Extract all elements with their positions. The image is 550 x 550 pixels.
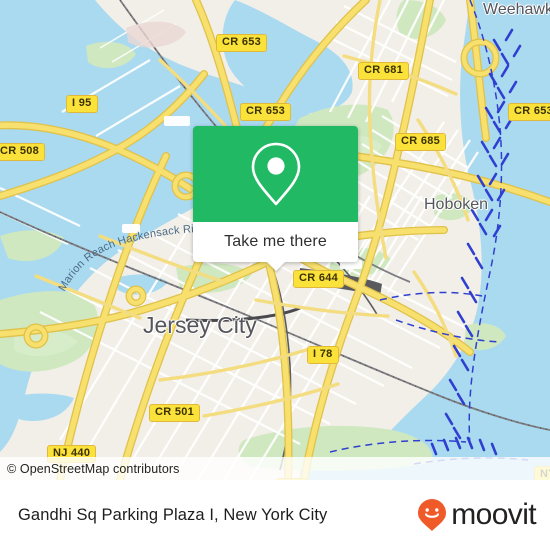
take-me-there-label[interactable]: Take me there: [224, 233, 327, 251]
footer-bar: Gandhi Sq Parking Plaza I, New York City…: [0, 480, 550, 550]
popup-pointer-tail: [266, 262, 285, 271]
map-popup-card[interactable]: Take me there: [193, 126, 358, 271]
moovit-wordmark: moovit: [451, 498, 536, 531]
road-shield-i78-center: I 78: [307, 346, 339, 364]
road-shield-cr508: CR 508: [0, 143, 46, 161]
map-attribution-bar: © OpenStreetMap contributors: [0, 457, 550, 480]
moovit-pin-smile-icon: [418, 499, 447, 531]
place-label-jersey-city: Jersey City: [143, 312, 257, 338]
road-shield-cr644: CR 644: [293, 270, 345, 288]
road-shield-cr681: CR 681: [358, 62, 410, 80]
moovit-logo[interactable]: moovit: [417, 498, 537, 532]
popup-action-area[interactable]: Take me there: [193, 222, 358, 271]
popup-icon-area: [193, 126, 358, 222]
road-shield-cr653-center: CR 653: [240, 103, 292, 121]
venue-title: Gandhi Sq Parking Plaza I, New York City: [18, 505, 328, 524]
road-shield-i95: I 95: [66, 95, 98, 113]
map-pin-icon: [251, 142, 300, 206]
road-shield-cr501: CR 501: [149, 404, 201, 422]
road-shield-cr653-east: CR 653: [508, 103, 550, 121]
place-label-weehawken: Weehawken: [483, 1, 550, 18]
place-label-hoboken: Hoboken: [424, 196, 489, 213]
moovit-map-screenshot: Marion Reach Hackensack River Weehawken …: [0, 0, 550, 550]
road-shield-cr653-north: CR 653: [216, 34, 268, 52]
osm-attribution-text[interactable]: © OpenStreetMap contributors: [7, 462, 180, 476]
road-shield-cr685: CR 685: [395, 133, 447, 151]
